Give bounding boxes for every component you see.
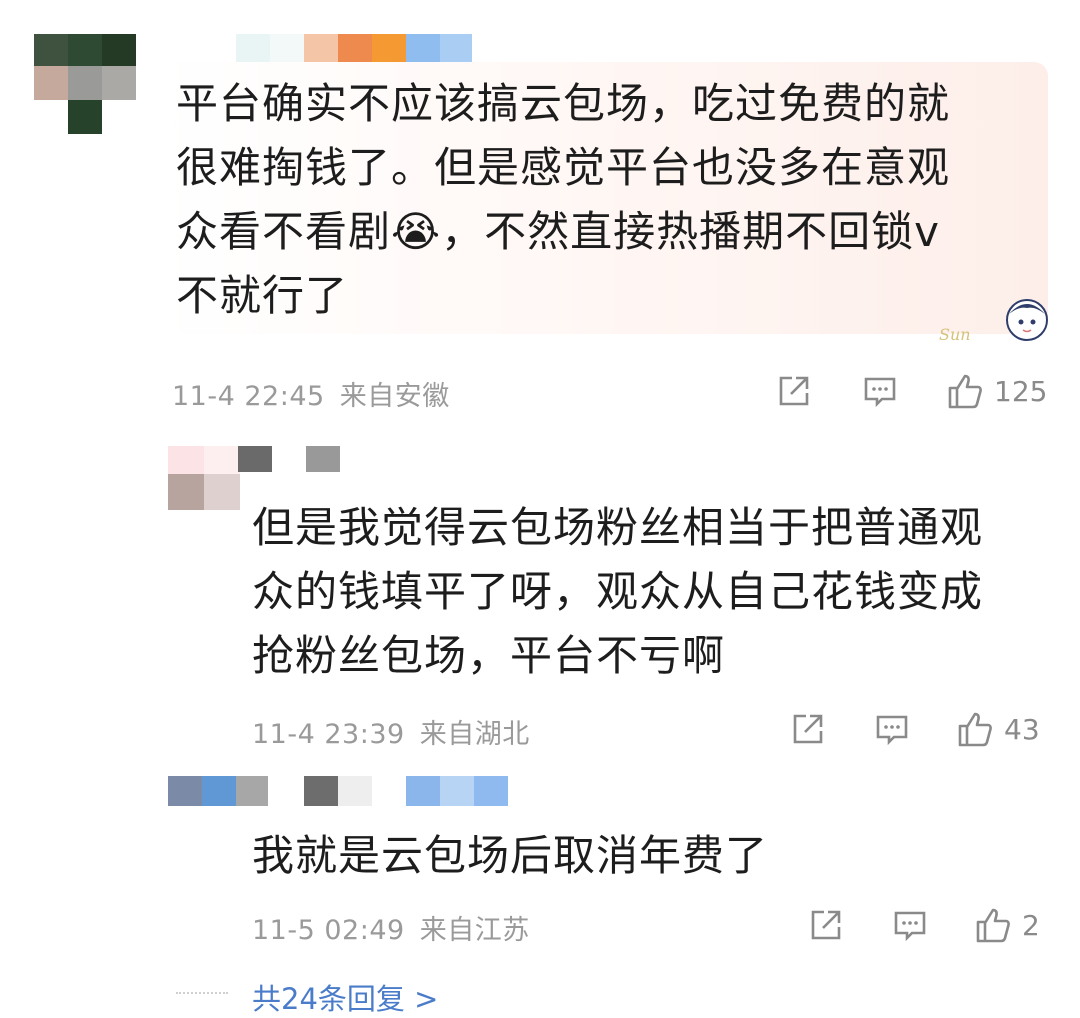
comment-icon[interactable] bbox=[874, 711, 910, 747]
reply-actions: 2 bbox=[808, 906, 1040, 944]
reply-location: 来自江苏 bbox=[419, 915, 530, 946]
thumbs-up-icon[interactable] bbox=[946, 372, 984, 410]
more-replies-link[interactable]: 共24条回复 > bbox=[252, 976, 438, 1018]
reply-actions: 43 bbox=[790, 710, 1040, 748]
comment-text: 平台确实不应该搞云包场，吃过免费的就 很难掏钱了。但是感觉平台也没多在意观 众看… bbox=[176, 79, 951, 320]
share-icon[interactable] bbox=[776, 373, 812, 409]
reply-time: 11-5 02:49 bbox=[252, 915, 405, 946]
reply-text: 但是我觉得云包场粉丝相当于把普通观 众的钱填平了呀，观众从自己花钱变成 抢粉丝包… bbox=[252, 503, 984, 680]
comment-location: 来自安徽 bbox=[339, 381, 450, 412]
username-blurred[interactable] bbox=[238, 446, 342, 472]
like-count: 43 bbox=[1004, 712, 1040, 746]
comment-icon[interactable] bbox=[862, 373, 898, 409]
thumbs-up-icon[interactable] bbox=[956, 710, 994, 748]
comment-time: 11-4 22:45 bbox=[172, 381, 325, 412]
comment-actions: 125 bbox=[776, 372, 1047, 410]
reply-meta: 11-4 23:39 来自湖北 bbox=[252, 712, 530, 751]
username-blurred[interactable] bbox=[304, 776, 508, 806]
comment-icon[interactable] bbox=[892, 907, 928, 943]
sticker-icon: Sun bbox=[939, 299, 1048, 344]
avatar-blurred[interactable] bbox=[34, 34, 136, 134]
thumbs-up-icon[interactable] bbox=[974, 906, 1012, 944]
share-icon[interactable] bbox=[790, 711, 826, 747]
reply-text: 我就是云包场后取消年费了 bbox=[252, 831, 769, 880]
like-count: 2 bbox=[1022, 908, 1040, 942]
share-icon[interactable] bbox=[808, 907, 844, 943]
reply-location: 来自湖北 bbox=[419, 719, 530, 750]
svg-text:Sun: Sun bbox=[939, 325, 971, 344]
divider-dots bbox=[176, 992, 228, 994]
username-blurred[interactable] bbox=[236, 34, 472, 64]
avatar-blurred[interactable] bbox=[168, 776, 268, 806]
reply-meta: 11-5 02:49 来自江苏 bbox=[252, 908, 530, 947]
like-count: 125 bbox=[994, 374, 1048, 408]
comment-meta: 11-4 22:45 来自安徽 bbox=[172, 374, 450, 413]
avatar-blurred[interactable] bbox=[168, 446, 240, 510]
reply-time: 11-4 23:39 bbox=[252, 719, 405, 750]
